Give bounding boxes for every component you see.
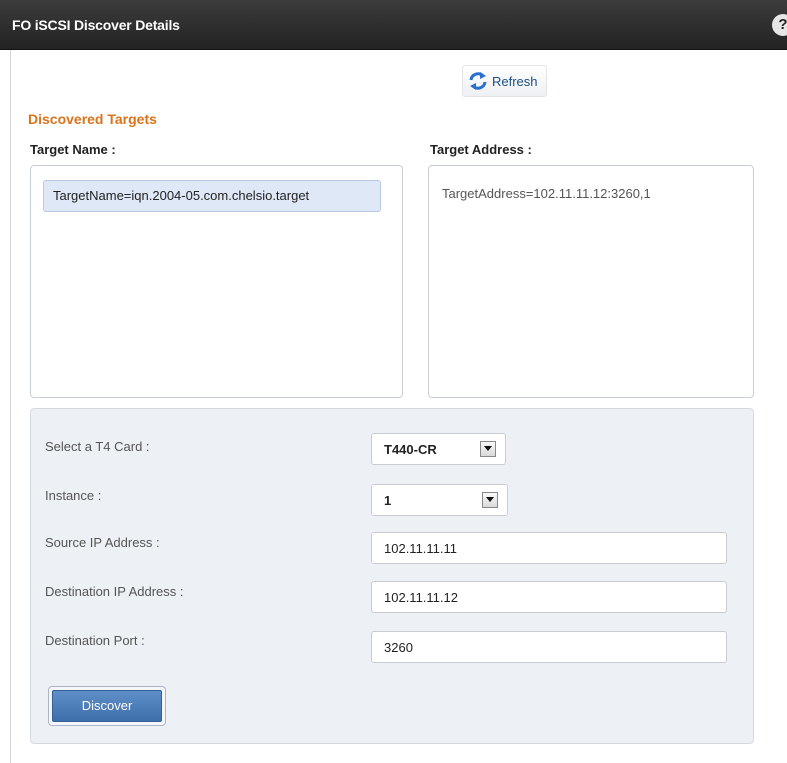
source-ip-label: Source IP Address : xyxy=(45,535,160,550)
dialog-content: Refresh Discovered Targets Target Name :… xyxy=(10,50,787,763)
title-bar: FO iSCSI Discover Details ? xyxy=(0,0,787,50)
target-address-list[interactable]: TargetAddress=102.11.11.12:3260,1 xyxy=(428,165,754,398)
target-name-list[interactable]: TargetName=iqn.2004-05.com.chelsio.targe… xyxy=(30,165,403,398)
refresh-label: Refresh xyxy=(492,73,538,89)
t4-card-value: T440-CR xyxy=(384,441,437,457)
t4-card-select[interactable]: T440-CR xyxy=(371,433,506,465)
target-address-item[interactable]: TargetAddress=102.11.11.12:3260,1 xyxy=(442,186,651,201)
target-name-label: Target Name : xyxy=(30,142,116,157)
destination-port-input[interactable] xyxy=(371,631,727,663)
instance-label: Instance : xyxy=(45,488,102,503)
window-title: FO iSCSI Discover Details xyxy=(12,17,180,33)
refresh-button[interactable]: Refresh xyxy=(462,65,547,97)
discover-button-label: Discover xyxy=(52,690,162,722)
help-icon[interactable]: ? xyxy=(772,14,787,36)
dropdown-arrow-icon[interactable] xyxy=(482,492,498,508)
target-name-item[interactable]: TargetName=iqn.2004-05.com.chelsio.targe… xyxy=(43,180,381,212)
instance-select[interactable]: 1 xyxy=(371,484,508,516)
select-card-label: Select a T4 Card : xyxy=(45,439,150,454)
target-address-label: Target Address : xyxy=(430,142,532,157)
dropdown-arrow-icon[interactable] xyxy=(480,441,496,457)
source-ip-input[interactable] xyxy=(371,532,727,564)
discover-button[interactable]: Discover xyxy=(48,686,166,726)
destination-ip-input[interactable] xyxy=(371,581,727,613)
instance-value: 1 xyxy=(384,492,392,508)
destination-ip-label: Destination IP Address : xyxy=(45,584,184,599)
refresh-icon xyxy=(467,70,489,92)
destination-port-label: Destination Port : xyxy=(45,633,145,648)
discover-form-panel: Select a T4 Card : T440-CR Instance : 1 … xyxy=(30,408,754,744)
discovered-targets-heading: Discovered Targets xyxy=(28,111,157,127)
